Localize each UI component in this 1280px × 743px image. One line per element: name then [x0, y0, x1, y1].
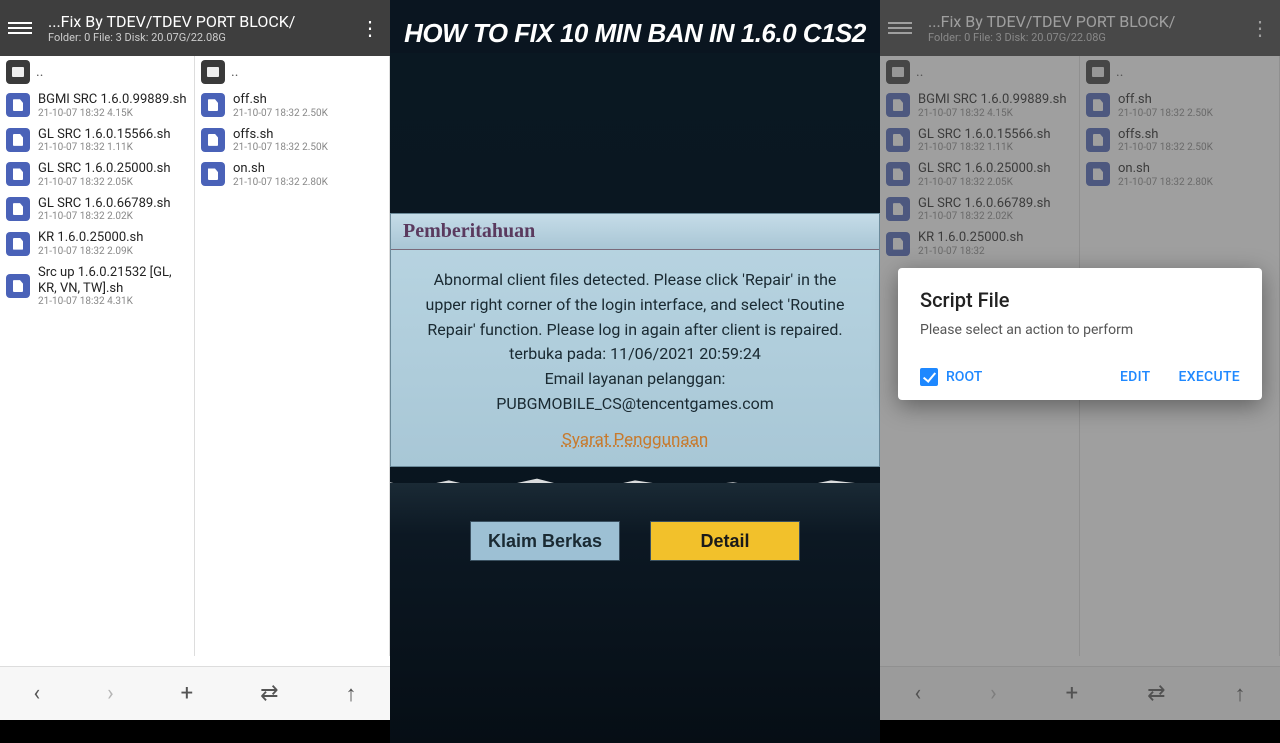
video-title: HOW TO FIX 10 MIN BAN IN 1.6.0 C1S2 [390, 0, 880, 53]
claim-button[interactable]: Klaim Berkas [470, 521, 620, 561]
file-manager-left: ...Fix By TDEV/TDEV PORT BLOCK/ Folder: … [0, 0, 390, 720]
file-name: offs.sh [233, 127, 328, 143]
up-folder[interactable]: .. [0, 56, 194, 88]
file-name: GL SRC 1.6.0.15566.sh [38, 127, 171, 143]
file-name: GL SRC 1.6.0.66789.sh [38, 196, 171, 212]
file-icon [201, 93, 225, 117]
up-label: .. [231, 64, 238, 80]
file-icon [6, 93, 30, 117]
file-icon [6, 128, 30, 152]
file-icon [201, 162, 225, 186]
up-label: .. [36, 64, 43, 80]
folder-icon [6, 60, 30, 84]
notice-line: terbuka pada: 11/06/2021 20:59:24 [413, 342, 857, 367]
menu-icon[interactable] [8, 16, 32, 40]
file-meta: 21-10-07 18:32 2.05K [38, 177, 171, 188]
file-icon [6, 274, 30, 298]
file-name: GL SRC 1.6.0.25000.sh [38, 161, 171, 177]
root-label[interactable]: ROOT [946, 369, 1092, 385]
dialog-actions: ROOT EDIT EXECUTE [920, 368, 1240, 386]
file-icon [6, 197, 30, 221]
file-meta: 21-10-07 18:32 2.80K [233, 177, 328, 188]
file-row[interactable]: GL SRC 1.6.0.25000.sh21-10-07 18:32 2.05… [0, 157, 194, 192]
file-row[interactable]: off.sh21-10-07 18:32 2.50K [195, 88, 389, 123]
file-manager-right: ...Fix By TDEV/TDEV PORT BLOCK/ Folder: … [880, 0, 1280, 720]
file-meta: 21-10-07 18:32 4.15K [38, 108, 187, 119]
file-meta: 21-10-07 18:32 4.31K [38, 296, 188, 307]
file-row[interactable]: BGMI SRC 1.6.0.99889.sh21-10-07 18:32 4.… [0, 88, 194, 123]
file-name: Src up 1.6.0.21532 [GL, KR, VN, TW].sh [38, 265, 188, 296]
file-name: BGMI SRC 1.6.0.99889.sh [38, 92, 187, 108]
path-title[interactable]: ...Fix By TDEV/TDEV PORT BLOCK/ Folder: … [48, 12, 358, 44]
file-icon [6, 162, 30, 186]
notice-line: Email layanan pelanggan: PUBGMOBILE_CS@t… [413, 367, 857, 417]
button-row: Klaim Berkas Detail [390, 503, 880, 561]
up-arrow-icon[interactable]: ↑ [346, 681, 357, 707]
forward-icon[interactable]: › [107, 681, 114, 706]
transfer-icon[interactable]: ⇄ [260, 681, 278, 706]
file-icon [6, 232, 30, 256]
path-stats: Folder: 0 File: 3 Disk: 20.07G/22.08G [48, 31, 358, 44]
edit-button[interactable]: EDIT [1120, 369, 1151, 385]
file-row[interactable]: GL SRC 1.6.0.66789.sh21-10-07 18:32 2.02… [0, 192, 194, 227]
game-background: Pemberitahuan Abnormal client files dete… [390, 53, 880, 720]
file-name: KR 1.6.0.25000.sh [38, 230, 143, 246]
file-meta: 21-10-07 18:32 1.11K [38, 142, 171, 153]
notice-body: Abnormal client files detected. Please c… [391, 250, 879, 466]
column-2: .. off.sh21-10-07 18:32 2.50Koffs.sh21-1… [195, 56, 390, 656]
file-meta: 21-10-07 18:32 2.02K [38, 211, 171, 222]
dialog-title: Script File [920, 288, 1240, 312]
notice-line: Abnormal client files detected. Please c… [413, 268, 857, 342]
dialog-message: Please select an action to perform [920, 322, 1240, 338]
file-name: off.sh [233, 92, 328, 108]
detail-button[interactable]: Detail [650, 521, 800, 561]
file-meta: 21-10-07 18:32 2.09K [38, 246, 143, 257]
file-columns: .. BGMI SRC 1.6.0.99889.sh21-10-07 18:32… [0, 56, 390, 656]
file-name: on.sh [233, 161, 328, 177]
back-icon[interactable]: ‹ [33, 681, 40, 706]
execute-button[interactable]: EXECUTE [1179, 369, 1241, 385]
bottom-nav: ‹ › + ⇄ ↑ [0, 666, 390, 720]
up-folder[interactable]: .. [195, 56, 389, 88]
add-icon[interactable]: + [181, 681, 193, 706]
folder-icon [201, 60, 225, 84]
column-1: .. BGMI SRC 1.6.0.99889.sh21-10-07 18:32… [0, 56, 195, 656]
file-row[interactable]: Src up 1.6.0.21532 [GL, KR, VN, TW].sh21… [0, 261, 194, 311]
script-file-dialog: Script File Please select an action to p… [898, 268, 1262, 400]
game-screen: HOW TO FIX 10 MIN BAN IN 1.6.0 C1S2 Pemb… [390, 0, 880, 720]
file-row[interactable]: KR 1.6.0.25000.sh21-10-07 18:32 2.09K [0, 226, 194, 261]
notice-heading: Pemberitahuan [391, 214, 879, 250]
overflow-icon[interactable]: ⋮ [358, 16, 382, 40]
path-text: ...Fix By TDEV/TDEV PORT BLOCK/ [48, 12, 358, 31]
file-row[interactable]: on.sh21-10-07 18:32 2.80K [195, 157, 389, 192]
file-icon [201, 128, 225, 152]
file-meta: 21-10-07 18:32 2.50K [233, 142, 328, 153]
file-meta: 21-10-07 18:32 2.50K [233, 108, 328, 119]
root-checkbox[interactable] [920, 368, 938, 386]
file-row[interactable]: offs.sh21-10-07 18:32 2.50K [195, 123, 389, 158]
file-row[interactable]: GL SRC 1.6.0.15566.sh21-10-07 18:32 1.11… [0, 123, 194, 158]
notice-dialog: Pemberitahuan Abnormal client files dete… [390, 213, 880, 467]
terms-link[interactable]: Syarat Penggunaan [562, 427, 708, 453]
topbar: ...Fix By TDEV/TDEV PORT BLOCK/ Folder: … [0, 0, 390, 56]
